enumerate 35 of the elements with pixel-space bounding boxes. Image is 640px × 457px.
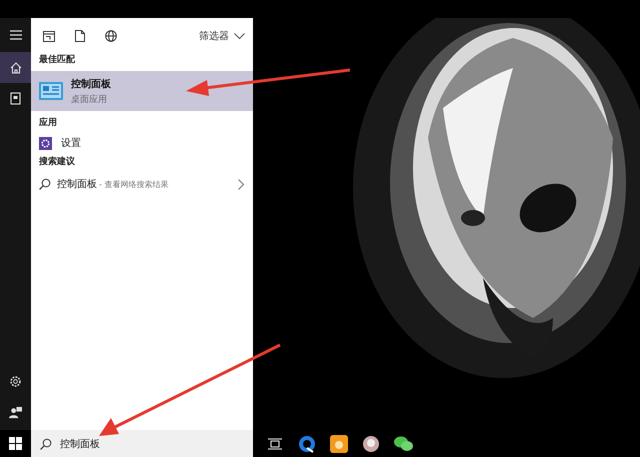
user-icon <box>9 406 22 419</box>
result-item[interactable]: 设置 <box>31 132 253 154</box>
menu-icon <box>10 30 22 40</box>
result-hint: - 查看网络搜索结果 <box>99 178 168 190</box>
windows-logo-icon <box>9 437 22 450</box>
globe-icon <box>104 30 116 42</box>
app-window-icon <box>42 30 54 42</box>
chevron-right-icon <box>238 178 245 190</box>
section-heading: 最佳匹配 <box>38 54 76 67</box>
home-icon <box>10 62 22 74</box>
search-suggestion[interactable]: 控制面板 - 查看网络搜索结果 <box>31 171 253 197</box>
filter-dropdown[interactable]: 筛选器 <box>199 29 245 43</box>
section-heading: 搜索建议 <box>38 155 76 169</box>
search-field[interactable]: 控制面板 <box>31 430 253 457</box>
result-item[interactable]: 控制面板 桌面应用 <box>31 71 253 111</box>
section-heading: 应用 <box>38 116 58 130</box>
search-icon <box>40 438 52 450</box>
home-rail-button[interactable] <box>0 52 31 83</box>
app-icon <box>362 434 380 452</box>
task-view-icon <box>268 438 282 450</box>
document-icon <box>74 30 84 42</box>
gear-icon <box>39 136 52 150</box>
result-title: 控制面板 <box>71 78 111 90</box>
result-subtitle: 桌面应用 <box>71 94 108 106</box>
search-icon <box>39 178 51 190</box>
result-title: 设置 <box>61 136 81 150</box>
browser-app-icon <box>298 434 316 452</box>
control-panel-icon <box>39 81 63 101</box>
chevron-down-icon <box>234 32 245 40</box>
app-icon <box>330 434 348 452</box>
chat-icon <box>394 436 412 452</box>
document-icon <box>10 92 21 105</box>
result-title: 控制面板 <box>57 178 97 191</box>
settings-icon <box>9 375 22 388</box>
start-button[interactable] <box>0 430 31 457</box>
